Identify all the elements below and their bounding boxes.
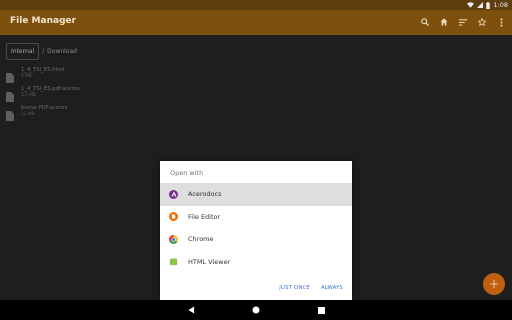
breadcrumb-root[interactable]: Internal bbox=[6, 43, 40, 60]
file-editor-icon bbox=[169, 212, 178, 222]
file-name: 1_4_TSI_ES.pdf.acerov bbox=[21, 86, 80, 92]
html-viewer-icon bbox=[169, 257, 178, 266]
dialog-actions: JUST ONCE ALWAYS bbox=[279, 285, 343, 291]
acerodocs-icon bbox=[169, 189, 178, 199]
back-icon[interactable] bbox=[186, 305, 196, 315]
navigation-bar bbox=[0, 300, 512, 320]
file-item[interactable]: 1_4_TSI_ES.pdf.acerov 5.5 MB bbox=[6, 86, 80, 105]
open-with-dialog: Open with Acerodocs File Editor Chrome H… bbox=[160, 161, 352, 300]
option-label: File Editor bbox=[188, 212, 221, 221]
file-size: 5.5 MB bbox=[21, 93, 36, 98]
status-icons: 1:08 bbox=[467, 0, 508, 10]
status-time: 1:08 bbox=[493, 1, 508, 9]
file-list: 1_4_TSI_ES.html 4 MB 1_4_TSI_ES.pdf.acer… bbox=[6, 67, 80, 124]
app-bar: File Manager bbox=[0, 10, 512, 35]
search-icon[interactable] bbox=[420, 15, 430, 29]
recents-icon[interactable] bbox=[316, 305, 326, 315]
just-once-button[interactable]: JUST ONCE bbox=[279, 285, 310, 291]
breadcrumb: Internal / Download bbox=[6, 43, 77, 60]
file-size: 22 MB bbox=[21, 112, 35, 117]
option-label: Chrome bbox=[188, 235, 214, 244]
home-circle-icon[interactable] bbox=[251, 305, 261, 315]
add-fab-button[interactable]: + bbox=[483, 273, 505, 295]
more-vert-icon[interactable] bbox=[496, 15, 506, 29]
file-name: 1_4_TSI_ES.html bbox=[21, 67, 65, 73]
option-chrome[interactable]: Chrome bbox=[160, 228, 352, 251]
breadcrumb-separator: / bbox=[42, 48, 45, 55]
always-button[interactable]: ALWAYS bbox=[321, 285, 343, 291]
option-acerodocs[interactable]: Acerodocs bbox=[160, 183, 352, 206]
sort-icon[interactable] bbox=[458, 15, 468, 29]
app-bar-actions bbox=[420, 15, 506, 29]
file-item[interactable]: 1_4_TSI_ES.html 4 MB bbox=[6, 67, 80, 86]
signal-icon bbox=[477, 2, 484, 8]
app-title: File Manager bbox=[10, 16, 77, 26]
breadcrumb-current[interactable]: Download bbox=[47, 48, 77, 55]
home-icon[interactable] bbox=[439, 15, 449, 29]
option-label: Acerodocs bbox=[188, 190, 222, 199]
wifi-icon bbox=[467, 2, 475, 8]
file-name: borrar.PDF.acerov bbox=[21, 105, 68, 111]
add-icon: + bbox=[488, 277, 500, 291]
app-chooser-list: Acerodocs File Editor Chrome HTML Viewer bbox=[160, 183, 352, 273]
file-icon bbox=[6, 87, 14, 102]
file-size: 4 MB bbox=[21, 74, 32, 79]
option-file-editor[interactable]: File Editor bbox=[160, 206, 352, 229]
file-icon bbox=[6, 106, 14, 121]
battery-icon bbox=[486, 1, 491, 9]
chrome-icon bbox=[169, 234, 178, 244]
star-icon[interactable] bbox=[477, 15, 487, 29]
file-item[interactable]: borrar.PDF.acerov 22 MB bbox=[6, 105, 80, 124]
option-html-viewer[interactable]: HTML Viewer bbox=[160, 251, 352, 274]
option-label: HTML Viewer bbox=[188, 257, 231, 266]
file-icon bbox=[6, 68, 14, 83]
status-bar: 1:08 bbox=[0, 0, 512, 10]
dialog-title: Open with bbox=[170, 169, 204, 177]
